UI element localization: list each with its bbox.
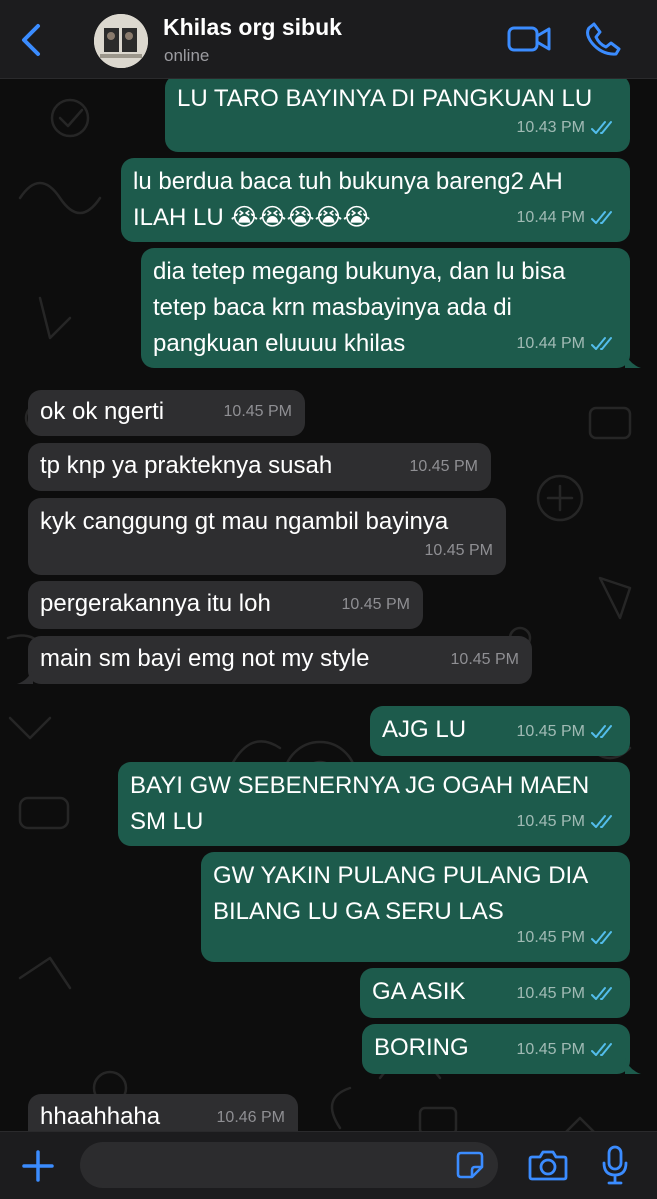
read-ticks-icon xyxy=(591,211,612,224)
message-time: 10.45 PM xyxy=(341,596,410,613)
avatar-photo-icon xyxy=(94,14,148,68)
microphone-icon[interactable] xyxy=(600,1144,630,1186)
emoji-crying: 😭 xyxy=(230,204,259,231)
message-meta: 10.45 PM xyxy=(517,976,617,1012)
message-time: 10.45 PM xyxy=(516,985,585,1002)
contact-name[interactable]: Khilas org sibuk xyxy=(163,14,342,41)
message-meta: 10.44 PM xyxy=(517,200,617,236)
back-chevron-icon[interactable] xyxy=(14,20,48,60)
contact-status: online xyxy=(164,46,210,65)
message-meta: 10.45 PM xyxy=(451,642,519,678)
read-ticks-icon xyxy=(591,725,612,738)
chat-screen: Khilas org sibuk online LU TARO BAYINYA … xyxy=(0,0,657,1199)
chat-header: Khilas org sibuk online xyxy=(0,0,657,79)
message-meta: 10.45 PM xyxy=(410,449,478,485)
message-bubble-outgoing[interactable]: BORING 10.45 PM xyxy=(362,1024,641,1074)
emoji-crying: 😭 xyxy=(258,204,287,231)
message-bubble-incoming[interactable]: main sm bayi emg not my style 10.45 PM xyxy=(17,636,532,684)
message-meta: 10.45 PM xyxy=(342,587,410,623)
video-call-icon[interactable] xyxy=(506,22,552,56)
sticker-icon[interactable] xyxy=(455,1150,485,1180)
message-meta: 10.43 PM xyxy=(517,110,617,146)
message-time: 10.44 PM xyxy=(516,209,585,226)
message-bubble-incoming[interactable]: ok ok ngerti 10.45 PM xyxy=(28,390,305,436)
emoji-crying: 😭 xyxy=(342,204,371,231)
message-bubble-incoming[interactable]: pergerakannya itu loh 10.45 PM xyxy=(28,581,423,629)
message-meta: 10.45 PM xyxy=(517,1032,617,1068)
message-input[interactable] xyxy=(80,1142,498,1188)
contact-avatar[interactable] xyxy=(94,14,148,68)
plus-icon[interactable] xyxy=(18,1146,58,1186)
message-time: 10.45 PM xyxy=(409,458,478,475)
message-time: 10.45 PM xyxy=(223,403,292,420)
read-ticks-icon xyxy=(591,815,612,828)
message-bubble-incoming[interactable]: tp knp ya prakteknya susah 10.45 PM xyxy=(28,443,491,491)
read-ticks-icon xyxy=(591,1043,612,1056)
message-meta: 10.45 PM xyxy=(425,533,493,569)
read-ticks-icon xyxy=(591,121,612,134)
message-time: 10.43 PM xyxy=(516,119,585,136)
emoji-crying: 😭 xyxy=(314,204,343,231)
message-meta: 10.45 PM xyxy=(517,804,617,840)
message-time: 10.45 PM xyxy=(516,723,585,740)
message-time: 10.45 PM xyxy=(450,651,519,668)
message-time: 10.45 PM xyxy=(516,929,585,946)
read-ticks-icon xyxy=(591,931,612,944)
emoji-crying: 😭 xyxy=(286,204,315,231)
message-bubble-outgoing[interactable]: GA ASIK 10.45 PM xyxy=(360,968,630,1018)
read-ticks-icon xyxy=(591,337,612,350)
message-meta: 10.45 PM xyxy=(224,394,292,430)
message-meta: 10.44 PM xyxy=(517,326,617,362)
bubble-tail xyxy=(625,352,641,368)
message-time: 10.45 PM xyxy=(516,1041,585,1058)
message-bubble-outgoing[interactable]: lu berdua baca tuh bukunya bareng2 AH ILA… xyxy=(121,158,630,242)
bubble-tail xyxy=(17,668,33,684)
phone-call-icon[interactable] xyxy=(584,20,622,58)
message-bubble-outgoing[interactable]: AJG LU 10.45 PM xyxy=(370,706,630,756)
message-bubble-outgoing[interactable]: BAYI GW SEBENERNYA JG OGAH MAEN SM LU 10.… xyxy=(118,762,630,846)
read-ticks-icon xyxy=(591,987,612,1000)
composer-bar xyxy=(0,1131,657,1199)
message-bubble-outgoing[interactable]: dia tetep megang bukunya, dan lu bisa tet… xyxy=(141,248,641,368)
camera-icon[interactable] xyxy=(528,1148,568,1182)
message-time: 10.45 PM xyxy=(516,813,585,830)
message-bubble-outgoing[interactable]: GW YAKIN PULANG PULANG DIA BILANG LU GA S… xyxy=(201,852,630,962)
bubble-tail xyxy=(625,1058,641,1074)
message-text: main sm bayi emg not my style xyxy=(40,645,370,672)
message-meta: 10.45 PM xyxy=(517,714,617,750)
message-bubble-outgoing[interactable]: LU TARO BAYINYA DI PANGKUAN LU 10.43 PM xyxy=(165,75,630,152)
message-time: 10.45 PM xyxy=(424,542,493,559)
message-bubble-incoming[interactable]: kyk canggung gt mau ngambil bayinya 10.4… xyxy=(28,498,506,575)
message-time: 10.44 PM xyxy=(516,335,585,352)
message-meta: 10.45 PM xyxy=(517,920,617,956)
